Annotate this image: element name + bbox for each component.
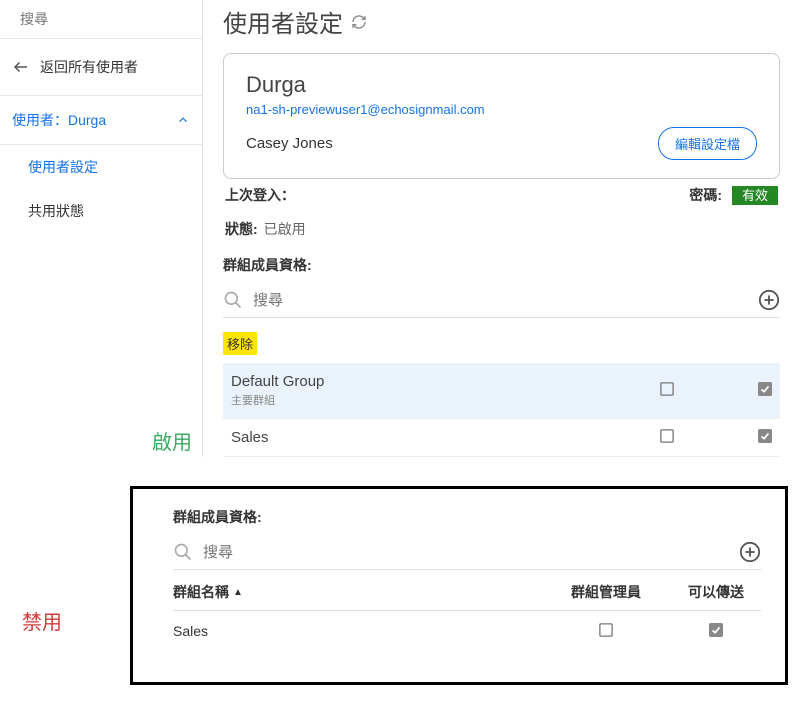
- group-name: Default Group: [231, 373, 602, 390]
- search-icon: [223, 290, 243, 310]
- last-login-label: 上次登入：: [225, 187, 295, 203]
- add-icon[interactable]: [758, 289, 780, 311]
- panel-search-input[interactable]: [203, 544, 739, 561]
- group-section: 群組成員資格: 移除 Default Group 主要群組: [223, 255, 780, 457]
- group-membership-label: 群組成員資格:: [173, 507, 761, 527]
- panel-header: 群組名稱 ▲ 群組管理員 可以傳送: [173, 570, 761, 611]
- user-email[interactable]: na1-sh-previewuser1@echosignmail.com: [246, 102, 757, 117]
- add-icon[interactable]: [739, 541, 761, 563]
- status-label: 狀態:: [225, 219, 258, 239]
- admin-checkbox[interactable]: [541, 623, 671, 640]
- admin-checkbox[interactable]: [602, 429, 732, 446]
- chevron-up-icon: [176, 113, 190, 127]
- arrow-left-icon: [12, 58, 30, 76]
- sidebar-item-share-status[interactable]: 共用狀態: [0, 189, 202, 233]
- group-search-input[interactable]: [253, 292, 758, 309]
- disabled-panel: 群組成員資格: 群組名稱 ▲ 群組管理員 可以傳送 Sales: [130, 486, 788, 685]
- group-sub: 主要群組: [231, 392, 602, 408]
- table-row[interactable]: Sales: [223, 419, 780, 457]
- sidebar-search-input[interactable]: [20, 11, 201, 27]
- table-row[interactable]: Sales: [173, 611, 761, 652]
- col-admin-label[interactable]: 群組管理員: [541, 582, 671, 602]
- remove-tag: 移除: [223, 332, 257, 355]
- sort-asc-icon[interactable]: ▲: [233, 587, 243, 598]
- send-checkbox[interactable]: [732, 429, 772, 446]
- group-search[interactable]: [223, 283, 780, 318]
- main-content: 使用者設定 Durga na1-sh-previewuser1@echosign…: [203, 0, 800, 457]
- refresh-icon[interactable]: [351, 14, 367, 30]
- admin-checkbox[interactable]: [602, 382, 732, 399]
- send-checkbox[interactable]: [732, 382, 772, 399]
- page-title-row: 使用者設定: [223, 0, 800, 39]
- user-name: Durga: [246, 72, 757, 98]
- user-card: Durga na1-sh-previewuser1@echosignmail.c…: [223, 53, 780, 179]
- password-status-badge: 有效: [732, 186, 778, 205]
- user-fullname: Casey Jones: [246, 135, 333, 152]
- annotation-disable: 禁用: [22, 606, 62, 635]
- group-membership-label: 群組成員資格:: [223, 255, 780, 275]
- sidebar-item-user-settings[interactable]: 使用者設定: [0, 145, 202, 189]
- page-title: 使用者設定: [223, 4, 343, 39]
- col-send-label[interactable]: 可以傳送: [671, 582, 761, 602]
- user-expand-label: 使用者：Durga: [12, 110, 106, 130]
- password-label: 密碼:: [689, 187, 722, 203]
- table-row[interactable]: Default Group 主要群組: [223, 363, 780, 419]
- status-value: 已啟用: [264, 219, 306, 239]
- group-table: Default Group 主要群組 Sales: [223, 363, 780, 457]
- group-name: Sales: [173, 623, 541, 640]
- panel-search[interactable]: [173, 535, 761, 570]
- back-label: 返回所有使用者: [40, 57, 138, 77]
- edit-profile-button[interactable]: 編輯設定檔: [658, 127, 757, 160]
- search-icon: [173, 542, 193, 562]
- annotation-enable: 啟用: [152, 426, 192, 455]
- col-name-label[interactable]: 群組名稱: [173, 582, 229, 602]
- sidebar: 返回所有使用者 使用者：Durga 使用者設定 共用狀態: [0, 0, 203, 457]
- back-to-users[interactable]: 返回所有使用者: [0, 39, 202, 96]
- user-expand[interactable]: 使用者：Durga: [0, 96, 202, 145]
- group-name: Sales: [231, 429, 602, 446]
- info-section: 上次登入： 密碼: 有效 狀態: 已啟用: [223, 185, 780, 243]
- sidebar-search[interactable]: [0, 0, 202, 39]
- send-checkbox[interactable]: [671, 623, 761, 640]
